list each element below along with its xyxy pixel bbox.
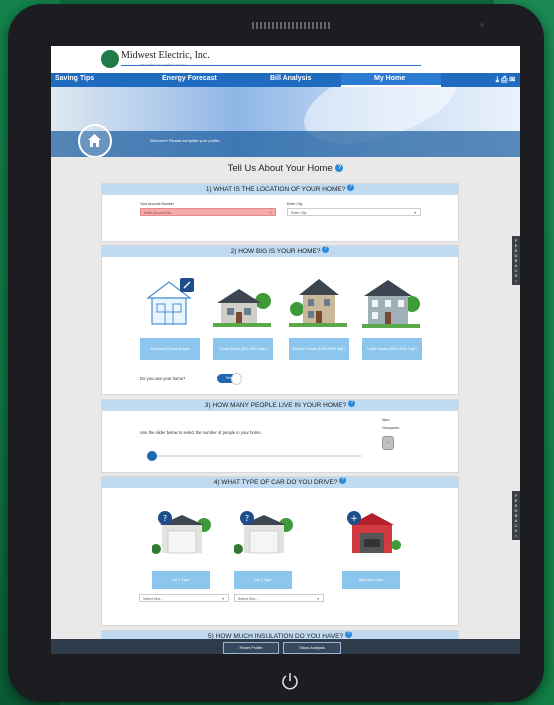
section-car: 4) WHAT TYPE OF CAR DO YOU DRIVE? ? ? ? [101,476,459,626]
garage-car2-image: ? [234,511,293,554]
bottom-action-bar: Reset Profile Show Analysis [51,639,520,654]
help-icon[interactable]: ? [348,400,356,407]
car1-type-label: Car 1 Type: [171,577,191,582]
section-size-header: 2) HOW BIG IS YOUR HOME? ? [102,246,458,257]
car2-select[interactable]: Select One... ▾ [234,594,324,602]
garage-add-cars-image: + [347,511,401,553]
hero-band [51,131,520,157]
tab-bill-analysis[interactable]: Bill Analysis [270,75,311,82]
add-more-cars-button[interactable]: Add More Cars [342,571,400,589]
account-number-placeholder: Enter Account No. [144,211,173,215]
section-size: 2) HOW BIG IS YOUR HOME? ? Advanced Hous… [101,245,459,395]
chevron-down-icon: ▾ [222,597,224,601]
power-icon[interactable] [280,671,300,691]
own-home-toggle[interactable]: Yes [217,373,242,385]
help-icon[interactable]: ? [339,477,347,484]
medium-house-button[interactable]: Medium House (1500-3500 Sqft.) [289,338,349,360]
toggle-knob [231,373,242,385]
help-icon[interactable]: ? [347,184,355,191]
tab-my-home[interactable]: My Home [374,75,405,82]
small-house-button[interactable]: Small House (500-1500 Sqft.) [213,338,273,360]
company-logo-icon [101,50,119,68]
large-house-image [362,280,420,328]
medium-house-image [289,279,347,327]
slider-instruction: Use the slider below to select the numbe… [140,430,262,435]
section-car-title: 4) WHAT TYPE OF CAR DO YOU DRIVE? [213,479,338,486]
email-icon[interactable]: ✉ [509,75,517,84]
section-location-header: 1) WHAT IS THE LOCATION OF YOUR HOME? ? [102,184,458,195]
pencil-icon: ✎ [269,211,272,215]
occupants-slider-track[interactable] [152,455,362,457]
chevron-down-icon: ▾ [414,211,416,215]
garage-car1-image: ? [152,511,211,554]
section-people-title: 3) HOW MANY PEOPLE LIVE IN YOUR HOME? [204,402,347,409]
blueprint-house-image [146,278,194,325]
account-number-input[interactable]: Enter Account No. ✎ [140,208,276,216]
car2-type-button[interactable]: Car 2 Type: [234,571,292,589]
add-more-cars-label: Add More Cars [358,577,384,582]
section-location-title: 1) WHAT IS THE LOCATION OF YOUR HOME? [205,186,346,193]
hero-banner: Welcome! Please complete your profile. [51,87,520,157]
account-number-label: Your Account Number [140,202,174,206]
small-house-label: Small House (500-1500 Sqft.) [219,346,267,351]
brand-divider [121,65,421,66]
car1-select[interactable]: Select One... ▾ [139,594,229,602]
advanced-house-details-button[interactable]: Advanced House Details [140,338,200,360]
help-icon[interactable]: ? [322,246,330,253]
section-size-title: 2) HOW BIG IS YOUR HOME? [230,248,321,255]
section-car-header: 4) WHAT TYPE OF CAR DO YOU DRIVE? ? [102,477,458,488]
help-icon[interactable]: ? [344,631,352,638]
chevron-down-icon: ▾ [317,597,319,601]
city-select[interactable]: Enter City ▾ [287,208,421,216]
feedback-tab[interactable]: F E E D B A C K • [512,491,520,540]
large-house-label: Large House (3500-5000 Sqft.) [367,346,417,351]
svg-text:?: ? [163,514,167,523]
help-icon[interactable]: ? [335,164,344,173]
tab-energy-forecast[interactable]: Energy Forecast [162,75,217,82]
main-nav: Saving Tips Energy Forecast Bill Analysi… [51,73,520,87]
section-location: 1) WHAT IS THE LOCATION OF YOUR HOME? ? … [101,183,459,242]
large-house-button[interactable]: Large House (3500-5000 Sqft.) [362,338,422,360]
num-occupants-label-2: Occupants: [382,426,400,430]
num-occupants-label-1: Num. [382,418,391,422]
num-occupants-value: - [382,436,394,450]
own-home-label: Do you own your home? [140,376,186,381]
home-button[interactable] [78,124,112,157]
nav-actions: ⤓⎙✉ [496,75,517,85]
page-heading: Tell Us About Your Home ? [51,163,520,174]
svg-text:?: ? [245,514,249,523]
small-house-image [213,289,271,327]
city-label: Enter City [287,202,303,206]
reset-profile-button[interactable]: Reset Profile [223,642,279,654]
brand-bar: Midwest Electric, Inc. A Touchstone Ener… [51,46,520,73]
city-select-value: Enter City [291,211,307,215]
company-name: Midwest Electric, Inc. [121,50,210,61]
car1-select-value: Select One... [143,597,164,601]
occupants-slider-handle[interactable] [147,451,157,461]
car2-type-label: Car 2 Type: [253,577,273,582]
medium-house-label: Medium House (1500-3500 Sqft.) [292,346,346,351]
car2-select-value: Select One... [238,597,259,601]
feedback-tab[interactable]: F E E D B A C K • [512,236,520,285]
advanced-house-details-label: Advanced House Details [150,346,190,351]
speaker-grille [252,22,330,29]
camera [480,23,484,27]
svg-text:+: + [350,514,358,524]
welcome-message: Welcome! Please complete your profile. [150,138,221,143]
car1-type-button[interactable]: Car 1 Type: [152,571,210,589]
home-icon [88,134,101,147]
section-people-header: 3) HOW MANY PEOPLE LIVE IN YOUR HOME? ? [102,400,458,411]
app-screen: Midwest Electric, Inc. A Touchstone Ener… [51,46,520,654]
tab-saving-tips[interactable]: Saving Tips [55,75,94,82]
show-analysis-button[interactable]: Show Analysis [283,642,341,654]
section-people: 3) HOW MANY PEOPLE LIVE IN YOUR HOME? ? … [101,399,459,473]
page-title: Tell Us About Your Home [227,163,333,174]
